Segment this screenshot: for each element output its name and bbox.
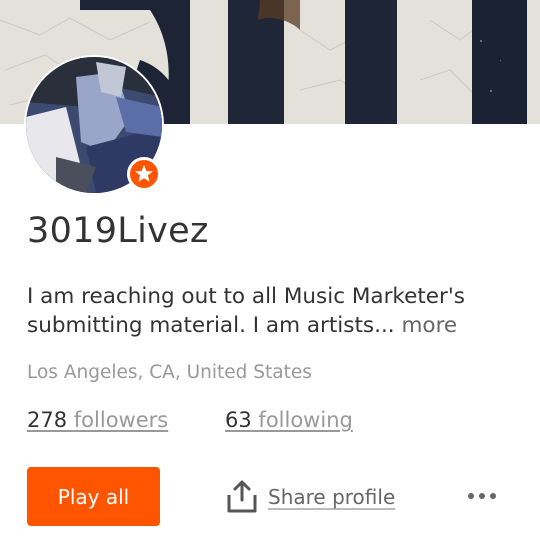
play-all-button[interactable]: Play all [27, 467, 160, 526]
bio-text: I am reaching out to all Music Marketer'… [27, 284, 465, 338]
more-dot [479, 493, 485, 499]
more-dot [490, 493, 496, 499]
star-icon [135, 165, 153, 182]
bio-more-link[interactable]: more [401, 313, 457, 338]
pro-badge [127, 157, 161, 191]
profile-location: Los Angeles, CA, United States [27, 362, 312, 383]
followers-link[interactable]: 278 followers [27, 408, 168, 432]
followers-label: followers [73, 408, 169, 432]
more-horizontal-icon[interactable] [466, 489, 498, 503]
followers-count: 278 [27, 408, 68, 432]
profile-bio: I am reaching out to all Music Marketer'… [27, 282, 517, 340]
share-profile-button[interactable]: Share profile [268, 485, 395, 509]
profile-username: 3019Livez [27, 211, 209, 251]
share-icon[interactable] [226, 480, 258, 514]
following-count: 63 [225, 408, 252, 432]
following-link[interactable]: 63 following [225, 408, 353, 432]
following-label: following [258, 408, 353, 432]
more-dot [468, 493, 474, 499]
